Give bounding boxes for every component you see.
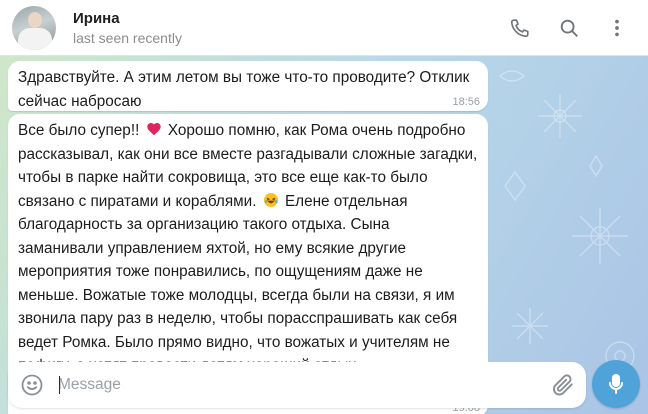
text-caret: [59, 376, 60, 394]
message-time: 18:56: [452, 96, 480, 108]
voice-record-button[interactable]: [592, 360, 640, 408]
message-composer: [8, 362, 586, 408]
phone-icon[interactable]: [506, 14, 534, 42]
message-text-part: Елене отдельная благодарность за организ…: [18, 192, 458, 375]
search-icon[interactable]: [555, 14, 583, 42]
emoji-icon[interactable]: [20, 373, 44, 397]
laughing-face-icon: [263, 192, 278, 207]
message-text: Здравствуйте. А этим летом вы тоже что-т…: [18, 69, 470, 110]
avatar[interactable]: [12, 6, 56, 50]
contact-name[interactable]: Ирина: [73, 10, 120, 27]
chat-header: Ирина last seen recently: [0, 0, 648, 56]
microphone-icon: [609, 374, 623, 394]
message-input[interactable]: [58, 371, 538, 399]
contact-status: last seen recently: [73, 30, 182, 46]
more-vertical-icon[interactable]: [603, 14, 631, 42]
red-heart-icon: [146, 123, 161, 136]
message-bubble[interactable]: Здравствуйте. А этим летом вы тоже что-т…: [8, 61, 488, 111]
message-text-part: Все было супер!!: [18, 122, 140, 139]
paperclip-icon[interactable]: [550, 372, 576, 398]
chat-area[interactable]: Здравствуйте. А этим летом вы тоже что-т…: [0, 56, 648, 414]
message-text: Все было супер!! Хорошо помню, как Рома …: [18, 119, 478, 378]
